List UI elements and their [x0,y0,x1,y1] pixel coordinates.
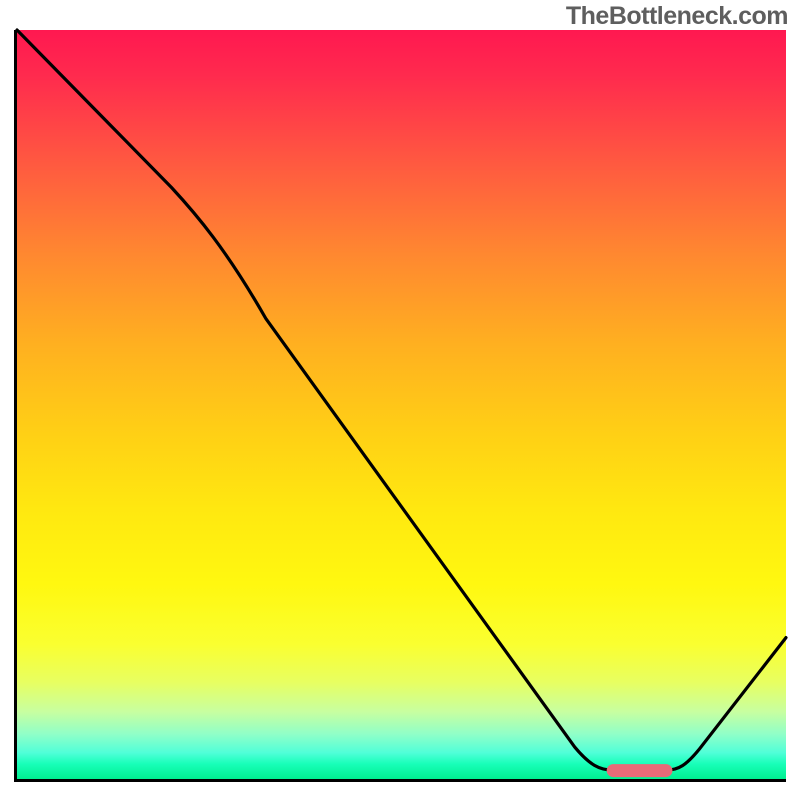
optimal-marker [607,764,673,777]
chart-plot-area [14,30,786,782]
bottleneck-curve-line [17,30,786,770]
chart-line-layer [17,30,786,779]
watermark-text: TheBottleneck.com [566,2,788,31]
